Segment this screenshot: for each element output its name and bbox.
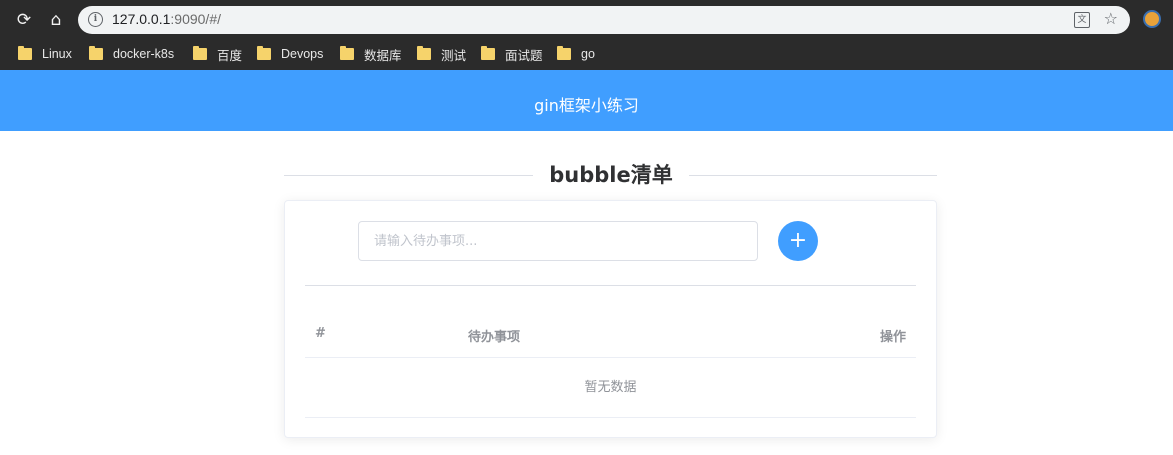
bookmark-label: Linux: [42, 47, 72, 61]
folder-icon: [89, 46, 103, 60]
folder-icon: [340, 46, 354, 60]
bookmark-label: Devops: [281, 47, 324, 61]
column-header-todo: 待办事项: [468, 330, 521, 345]
column-header-actions: 操作: [879, 330, 906, 345]
todo-card: + # 待办事项 操作 暂无数据: [284, 200, 937, 438]
bookmark-devops[interactable]: Devops: [257, 45, 323, 63]
bookmark-testing[interactable]: 测试: [417, 45, 466, 63]
bookmark-interview[interactable]: 面试题: [481, 45, 543, 63]
app-header: gin框架小练习: [0, 70, 1173, 131]
bookmark-database[interactable]: 数据库: [340, 45, 402, 63]
home-icon[interactable]: ⌂: [45, 9, 67, 31]
folder-icon: [18, 46, 32, 60]
info-icon[interactable]: i: [88, 12, 103, 27]
bookmark-label: 数据库: [364, 48, 402, 63]
bookmark-label: docker-k8s: [113, 47, 175, 61]
bookmarks-bar: Linux docker-k8s 百度 Devops 数据库 测试 面试题 go: [0, 38, 1173, 70]
table-empty-text: 暂无数据: [305, 358, 916, 418]
star-icon[interactable]: ☆: [1104, 9, 1118, 28]
todo-input[interactable]: [358, 221, 758, 261]
bookmark-docker-k8s[interactable]: docker-k8s: [89, 45, 174, 63]
reload-icon[interactable]: ⟳: [13, 9, 35, 31]
url-host: 127.0.0.1: [112, 11, 171, 27]
bookmark-linux[interactable]: Linux: [18, 45, 72, 63]
title-divider-left: [284, 175, 533, 176]
url-path: :9090/#/: [170, 11, 221, 27]
translate-icon[interactable]: 文: [1074, 12, 1090, 28]
app-title: gin框架小练习: [534, 96, 639, 115]
title-divider-right: [689, 175, 937, 176]
url-text[interactable]: 127.0.0.1:9090/#/: [112, 11, 221, 27]
bookmark-label: 百度: [217, 48, 243, 63]
folder-icon: [481, 46, 495, 60]
table-header: # 待办事项 操作: [305, 314, 916, 358]
folder-icon: [417, 46, 431, 60]
browser-chrome: ⟳ ⌂ i 127.0.0.1:9090/#/ 文 ☆ Linux docker…: [0, 0, 1173, 70]
page-title: bubble清单: [533, 160, 689, 200]
address-bar[interactable]: i 127.0.0.1:9090/#/ 文 ☆: [78, 6, 1130, 34]
profile-avatar-icon[interactable]: [1143, 10, 1161, 28]
add-todo-button[interactable]: +: [778, 221, 818, 261]
browser-toolbar: ⟳ ⌂ i 127.0.0.1:9090/#/ 文 ☆: [0, 0, 1173, 38]
column-header-index: #: [315, 326, 326, 341]
folder-icon: [193, 46, 207, 60]
folder-icon: [257, 46, 271, 60]
bookmark-label: 测试: [441, 48, 467, 63]
bookmark-label: go: [581, 47, 595, 61]
bookmark-label: 面试题: [505, 48, 543, 63]
folder-icon: [557, 46, 571, 60]
card-divider: [305, 285, 916, 286]
bookmark-go[interactable]: go: [557, 45, 595, 63]
bookmark-baidu[interactable]: 百度: [193, 45, 242, 63]
todo-table: # 待办事项 操作 暂无数据: [305, 314, 916, 418]
